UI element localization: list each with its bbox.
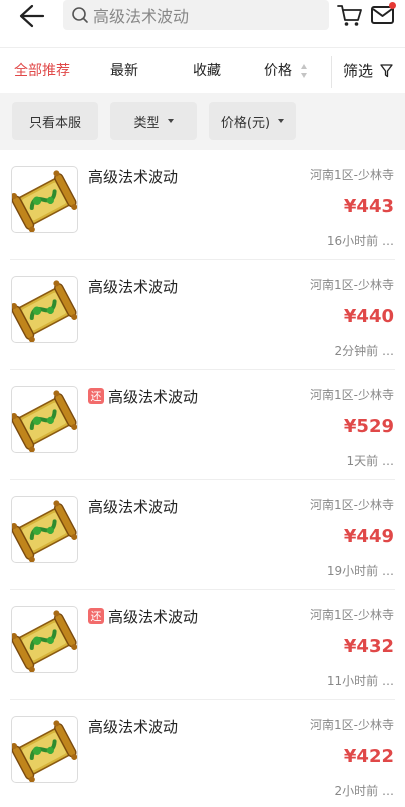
tab-divider bbox=[331, 56, 332, 88]
search-input[interactable]: 高级法术波动 bbox=[63, 0, 329, 30]
item-price: ¥449 bbox=[343, 526, 394, 547]
item-server: 河南1区-少林寺 bbox=[310, 718, 394, 732]
caret-down-icon bbox=[278, 119, 285, 123]
chip-price-label: 价格(元) bbox=[220, 115, 271, 131]
search-placeholder: 高级法术波动 bbox=[93, 7, 190, 26]
item-time: 1天前 … bbox=[346, 454, 394, 468]
sort-arrows-icon bbox=[301, 64, 307, 78]
scroll-item-icon bbox=[11, 276, 78, 343]
item-server: 河南1区-少林寺 bbox=[310, 168, 394, 182]
item-title-row: 高级法术波动 bbox=[88, 275, 178, 297]
item-time: 2分钟前 … bbox=[334, 344, 394, 358]
item-price: ¥440 bbox=[343, 306, 394, 327]
scroll-item-icon bbox=[11, 386, 78, 453]
sort-tab-bar: 全部推荐 最新 收藏 价格 筛选 bbox=[0, 47, 405, 93]
chip-server-only-label: 只看本服 bbox=[28, 115, 81, 131]
item-price: ¥529 bbox=[343, 416, 394, 437]
list-item[interactable]: 还 高级法术波动 河南1区-少林寺 ¥529 1天前 … bbox=[0, 370, 405, 480]
scroll-item-icon bbox=[11, 166, 78, 233]
back-arrow-icon[interactable] bbox=[12, 2, 46, 30]
item-time: 16小时前 … bbox=[326, 234, 394, 248]
item-title-row: 高级法术波动 bbox=[88, 495, 178, 517]
scroll-item-icon bbox=[11, 716, 78, 783]
list-item[interactable]: 高级法术波动 河南1区-少林寺 ¥449 19小时前 … bbox=[0, 480, 405, 590]
item-title-row: 高级法术波动 bbox=[88, 715, 178, 737]
caret-down-icon bbox=[167, 119, 174, 123]
item-server: 河南1区-少林寺 bbox=[310, 608, 394, 622]
tab-recommend[interactable]: 全部推荐 bbox=[14, 48, 70, 94]
item-server: 河南1区-少林寺 bbox=[310, 388, 394, 402]
cart-icon[interactable] bbox=[336, 1, 364, 29]
item-time: 19小时前 … bbox=[326, 564, 394, 578]
item-title: 高级法术波动 bbox=[108, 387, 199, 406]
item-time: 2小时前 … bbox=[334, 784, 394, 798]
scroll-item-icon bbox=[11, 606, 78, 673]
item-price: ¥443 bbox=[343, 196, 394, 217]
chip-type[interactable]: 类型 bbox=[110, 102, 197, 140]
top-bar: 高级法术波动 bbox=[0, 0, 405, 46]
tab-latest[interactable]: 最新 bbox=[110, 48, 138, 94]
filter-chips-bar: 只看本服 类型 价格(元) bbox=[0, 93, 405, 150]
tab-favorites[interactable]: 收藏 bbox=[193, 48, 221, 94]
item-price: ¥422 bbox=[343, 746, 394, 767]
item-title-row: 还 高级法术波动 bbox=[88, 605, 198, 627]
chip-server-only[interactable]: 只看本服 bbox=[12, 102, 98, 140]
list-item[interactable]: 高级法术波动 河南1区-少林寺 ¥422 2小时前 … bbox=[0, 700, 405, 807]
list-item[interactable]: 高级法术波动 河南1区-少林寺 ¥443 16小时前 … bbox=[0, 150, 405, 260]
item-title: 高级法术波动 bbox=[88, 277, 179, 296]
tab-price[interactable]: 价格 bbox=[264, 48, 292, 94]
mail-icon[interactable] bbox=[370, 2, 396, 28]
item-title: 高级法术波动 bbox=[108, 607, 199, 626]
chip-type-label: 类型 bbox=[133, 115, 160, 131]
item-server: 河南1区-少林寺 bbox=[310, 498, 394, 512]
filter-button[interactable]: 筛选 bbox=[343, 48, 373, 94]
list-item[interactable]: 还 高级法术波动 河南1区-少林寺 ¥432 11小时前 … bbox=[0, 590, 405, 700]
list-item[interactable]: 高级法术波动 河南1区-少林寺 ¥440 2分钟前 … bbox=[0, 260, 405, 370]
item-time: 11小时前 … bbox=[326, 674, 394, 688]
notification-dot bbox=[389, 2, 396, 9]
funnel-icon[interactable] bbox=[380, 64, 393, 78]
item-title-row: 还 高级法术波动 bbox=[88, 385, 198, 407]
return-tag: 还 bbox=[88, 388, 104, 404]
search-icon bbox=[72, 7, 88, 23]
item-price: ¥432 bbox=[343, 636, 394, 657]
item-title: 高级法术波动 bbox=[88, 717, 179, 736]
item-title: 高级法术波动 bbox=[88, 167, 179, 186]
chip-price[interactable]: 价格(元) bbox=[209, 102, 296, 140]
item-title-row: 高级法术波动 bbox=[88, 165, 178, 187]
item-server: 河南1区-少林寺 bbox=[310, 278, 394, 292]
return-tag: 还 bbox=[88, 608, 104, 624]
scroll-item-icon bbox=[11, 496, 78, 563]
item-title: 高级法术波动 bbox=[88, 497, 179, 516]
